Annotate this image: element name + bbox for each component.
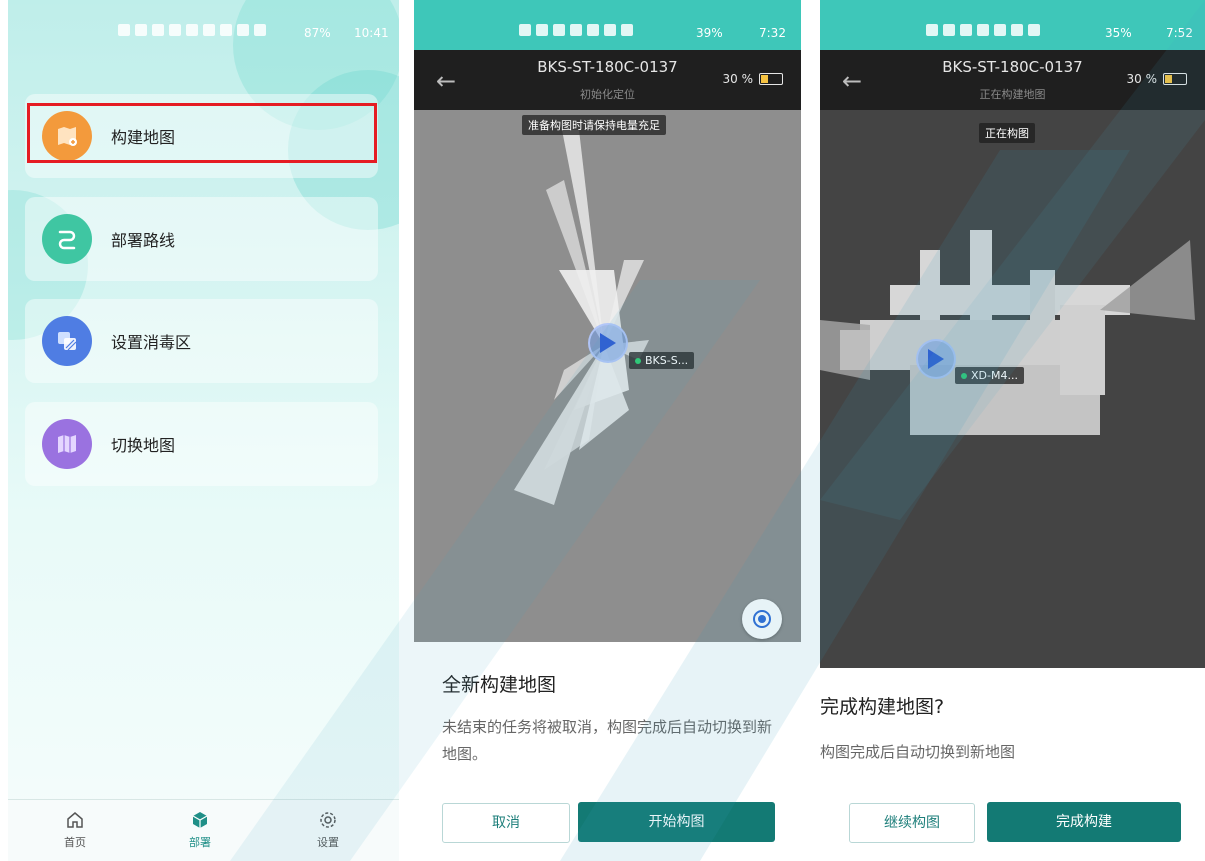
cube-icon [192, 812, 208, 828]
map-view[interactable]: 正在构图 XD-M4... [820, 110, 1205, 668]
dialog-title: 全新构建地图 [442, 674, 557, 696]
app-bar: ← BKS-ST-180C-0137 正在构建地图 30 % [820, 50, 1205, 110]
tab-deploy[interactable]: 部署 [170, 810, 230, 850]
robot-marker-icon [916, 339, 956, 379]
zone-icon [42, 316, 92, 366]
status-icons [118, 24, 266, 36]
robot-name: BKS-S... [645, 354, 689, 367]
status-battery: 39% [696, 26, 723, 40]
page-subtitle: 正在构建地图 [979, 88, 1046, 101]
hint-chip: 准备构图时请保持电量充足 [522, 115, 666, 135]
tab-label: 部署 [189, 836, 211, 849]
locate-button[interactable] [742, 599, 782, 639]
gear-icon [320, 812, 336, 828]
battery-icon [1163, 73, 1187, 85]
map-switch-icon [42, 419, 92, 469]
home-icon [67, 812, 83, 828]
page-subtitle: 初始化定位 [580, 88, 635, 101]
status-icons [519, 24, 633, 36]
bottom-tab-bar: 首页 部署 设置 [8, 799, 399, 861]
robot-marker-icon [588, 323, 628, 363]
battery-text: 30 % [1126, 72, 1158, 86]
status-time: 10:41 [354, 26, 389, 40]
deploy-menu-screen: 87% 10:41 构建地图 部署路线 设置消毒区 切换地图 首页 部署 设置 [8, 0, 399, 861]
battery-text: 30 % [722, 72, 754, 86]
route-icon [42, 214, 92, 264]
status-icons [926, 24, 1040, 36]
robot-label: BKS-S... [629, 352, 695, 369]
status-time: 7:52 [1166, 26, 1193, 40]
menu-item-deploy-route[interactable]: 部署路线 [25, 197, 378, 281]
continue-mapping-button[interactable]: 继续构图 [849, 803, 975, 843]
status-chip: 正在构图 [979, 123, 1035, 143]
online-dot-icon [961, 373, 967, 379]
laser-scan-map [514, 130, 649, 505]
laser-scan-map [820, 230, 1195, 435]
tab-settings[interactable]: 设置 [298, 810, 358, 850]
battery-icon [759, 73, 783, 85]
finish-map-screen: 35% 7:52 ← BKS-ST-180C-0137 正在构建地图 30 % … [820, 0, 1205, 861]
map-view[interactable]: 准备构图时请保持电量充足 BKS-S... [414, 110, 801, 642]
tab-label: 设置 [317, 836, 339, 849]
online-dot-icon [635, 358, 641, 364]
tab-label: 首页 [64, 836, 86, 849]
menu-item-disinfection-zone[interactable]: 设置消毒区 [25, 299, 378, 383]
status-battery: 87% [304, 26, 331, 40]
status-bar: 87% 10:41 [8, 0, 399, 50]
status-battery: 35% [1105, 26, 1132, 40]
status-bar: 35% 7:52 [820, 0, 1205, 50]
robot-name: XD-M4... [971, 369, 1018, 382]
cancel-button[interactable]: 取消 [442, 803, 570, 843]
new-map-screen: 39% 7:32 ← BKS-ST-180C-0137 初始化定位 30 % 准… [414, 0, 801, 861]
dialog-title: 完成构建地图? [820, 696, 945, 718]
robot-label: XD-M4... [955, 367, 1024, 384]
menu-label: 切换地图 [111, 436, 176, 455]
status-bar: 39% 7:32 [414, 0, 801, 50]
menu-label: 设置消毒区 [111, 333, 192, 352]
highlight-box [27, 103, 377, 163]
start-mapping-button[interactable]: 开始构图 [578, 802, 775, 842]
tab-home[interactable]: 首页 [45, 810, 105, 850]
app-bar: ← BKS-ST-180C-0137 初始化定位 30 % [414, 50, 801, 110]
dialog-message: 未结束的任务将被取消，构图完成后自动切换到新地图。 [442, 718, 773, 763]
menu-label: 部署路线 [111, 231, 176, 250]
finish-mapping-button[interactable]: 完成构建 [987, 802, 1181, 842]
robot-battery: 30 % [1126, 72, 1187, 86]
menu-item-switch-map[interactable]: 切换地图 [25, 402, 378, 486]
status-time: 7:32 [759, 26, 786, 40]
robot-battery: 30 % [722, 72, 783, 86]
dialog-message: 构图完成后自动切换到新地图 [820, 743, 1016, 761]
